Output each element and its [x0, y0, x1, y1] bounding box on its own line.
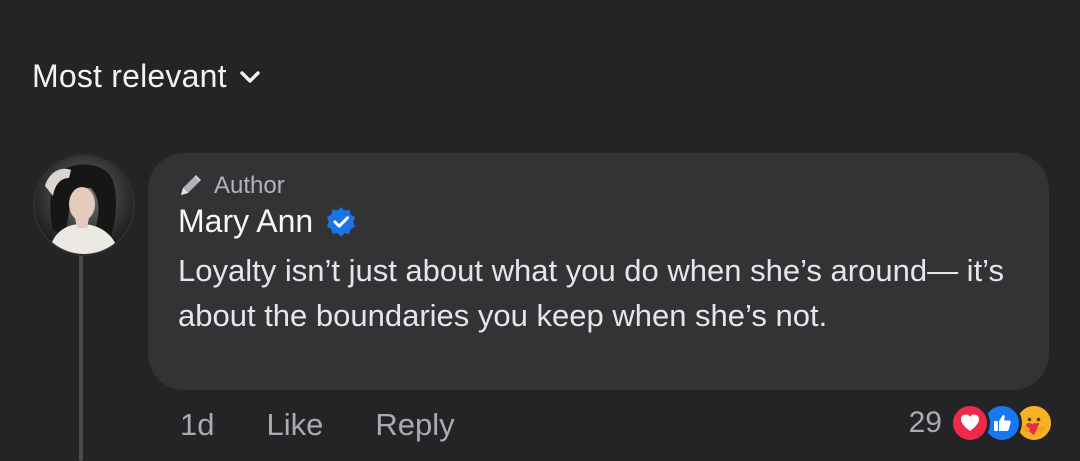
author-name[interactable]: Mary Ann — [178, 203, 313, 240]
comment-text: Loyalty isn’t just about what you do whe… — [178, 253, 1005, 333]
sort-label: Most relevant — [32, 58, 227, 94]
verified-badge-icon — [327, 206, 356, 237]
comment-timestamp[interactable]: 1d — [180, 407, 214, 443]
comment-actions: 1d Like Reply — [180, 407, 455, 443]
reply-button[interactable]: Reply — [375, 407, 454, 443]
reactions-summary[interactable]: 29 — [909, 403, 1054, 443]
author-badge: Author — [176, 172, 285, 200]
author-badge-label: Author — [214, 172, 285, 199]
love-reaction-icon — [950, 403, 990, 443]
like-button[interactable]: Like — [266, 407, 323, 443]
reaction-count: 29 — [908, 406, 942, 439]
reaction-icons — [950, 403, 1054, 443]
pencil-icon — [181, 175, 201, 195]
sort-dropdown[interactable]: Most relevant — [32, 58, 261, 95]
comments-panel: Most relevant Author Mary Ann Loyalty is… — [0, 0, 1080, 461]
chevron-down-icon — [239, 70, 260, 83]
author-name-row: Mary Ann — [178, 203, 357, 240]
thread-line — [79, 248, 83, 461]
avatar-image — [35, 156, 133, 254]
avatar[interactable] — [33, 154, 135, 256]
